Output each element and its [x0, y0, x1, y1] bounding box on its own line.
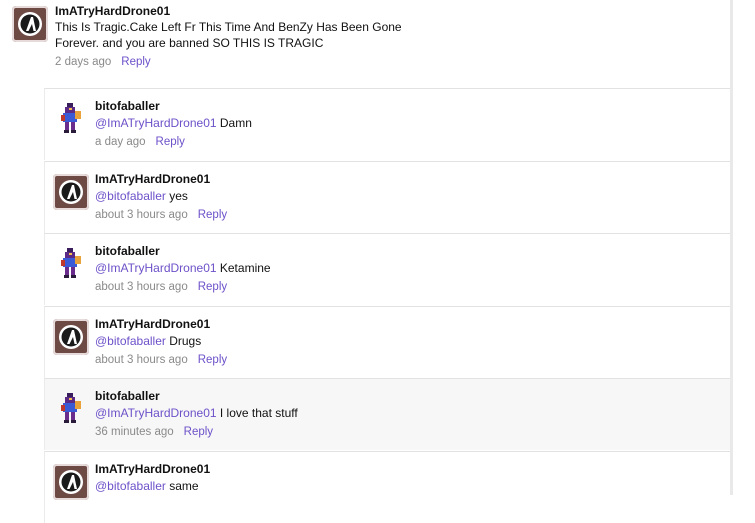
comment-time: 2 days ago: [55, 56, 112, 68]
reply-comment: ImATryHardDrone01 @bitofaballer Drugs abou…: [44, 306, 730, 378]
reply-comment: bitofaballer @ImATryHardDrone01 Ketamine a…: [44, 233, 730, 305]
comment-text-content: I love that stuff: [216, 406, 298, 420]
comment-text-content: yes: [165, 189, 188, 203]
comment-text: This Is Tragic.Cake Left Fr This Time An…: [55, 20, 402, 50]
mention-link[interactable]: @ImATryHardDrone01: [95, 261, 217, 275]
comment-text: @ImATryHardDrone01 Ketamine: [95, 260, 271, 276]
pixel-character-icon[interactable]: [57, 101, 85, 135]
scroll-rail[interactable]: [730, 0, 733, 495]
comment-meta: 2 days ago Reply: [55, 56, 151, 68]
comment-meta: 36 minutes ago Reply: [95, 426, 213, 438]
reply-button[interactable]: Reply: [121, 56, 150, 68]
comment-meta: about 3 hours ago Reply: [95, 281, 227, 293]
comment-text: @bitofaballer Drugs: [95, 333, 201, 349]
comment-meta: a day ago Reply: [95, 136, 185, 148]
comment-time: about 3 hours ago: [95, 281, 188, 293]
reply-button[interactable]: Reply: [198, 209, 227, 221]
reply-comment: ImATryHardDrone01 @bitofaballer yes about …: [44, 161, 730, 233]
comment-text: @bitofaballer yes: [95, 188, 188, 204]
mention-link[interactable]: @bitofaballer: [95, 189, 166, 203]
comment-time: 36 minutes ago: [95, 426, 174, 438]
reply-button[interactable]: Reply: [156, 136, 185, 148]
comment-author[interactable]: bitofaballer: [95, 99, 160, 113]
comment-text-content: Drugs: [165, 334, 202, 348]
comment-meta: about 3 hours ago Reply: [95, 209, 227, 221]
comment-time: a day ago: [95, 136, 146, 148]
reply-comment: bitofaballer @ImATryHardDrone01 I love th…: [44, 378, 730, 450]
comment-text-content: Ketamine: [216, 261, 271, 275]
drone-logo-icon[interactable]: [53, 319, 89, 355]
comment-text-content: Damn: [216, 116, 252, 130]
mention-link[interactable]: @bitofaballer: [95, 479, 166, 493]
comment-text: @ImATryHardDrone01 I love that stuff: [95, 405, 298, 421]
comment-text: @ImATryHardDrone01 Damn: [95, 115, 252, 131]
reply-comment: ImATryHardDrone01 @bitofaballer same: [44, 451, 730, 523]
comment-author[interactable]: bitofaballer: [95, 244, 160, 258]
reply-comment: bitofaballer @ImATryHardDrone01 Damn a day…: [44, 88, 730, 160]
comment-author[interactable]: ImATryHardDrone01: [95, 462, 210, 476]
comment-author[interactable]: ImATryHardDrone01: [55, 4, 170, 18]
reply-button[interactable]: Reply: [198, 354, 227, 366]
comment-time: about 3 hours ago: [95, 209, 188, 221]
comment-author[interactable]: ImATryHardDrone01: [95, 172, 210, 186]
mention-link[interactable]: @ImATryHardDrone01: [95, 406, 217, 420]
drone-logo-icon[interactable]: [53, 174, 89, 210]
drone-logo-icon[interactable]: [12, 6, 48, 42]
mention-link[interactable]: @ImATryHardDrone01: [95, 116, 217, 130]
comment-time: about 3 hours ago: [95, 354, 188, 366]
parent-comment: ImATryHardDrone01 This Is Tragic.Cake Le…: [0, 0, 730, 88]
comment-text: @bitofaballer same: [95, 478, 199, 494]
comment-text-content: same: [165, 479, 199, 493]
comment-author[interactable]: ImATryHardDrone01: [95, 317, 210, 331]
mention-link[interactable]: @bitofaballer: [95, 334, 166, 348]
pixel-character-icon[interactable]: [57, 391, 85, 425]
reply-button[interactable]: Reply: [198, 281, 227, 293]
comment-meta: about 3 hours ago Reply: [95, 354, 227, 366]
reply-button[interactable]: Reply: [184, 426, 213, 438]
pixel-character-icon[interactable]: [57, 246, 85, 280]
comment-author[interactable]: bitofaballer: [95, 389, 160, 403]
